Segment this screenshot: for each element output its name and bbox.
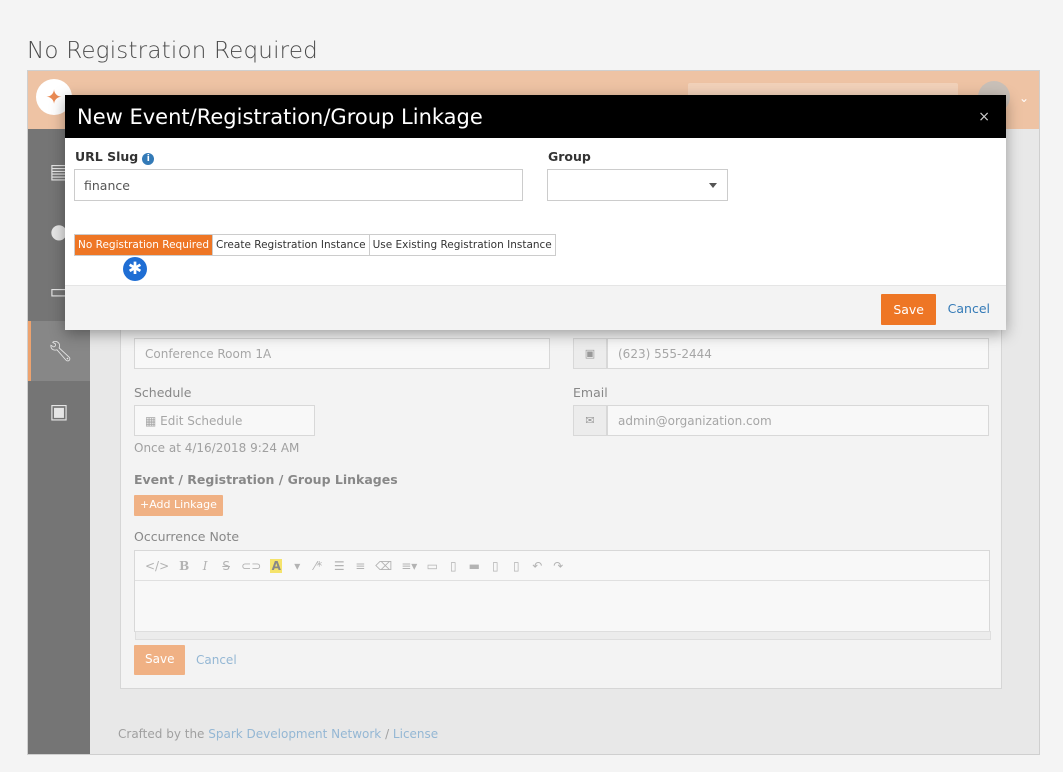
undo-icon[interactable]: ↶ [531, 559, 543, 573]
document-icon[interactable]: ▯ [447, 559, 459, 573]
footer-separator: / [381, 727, 393, 741]
modal-save-button[interactable]: Save [881, 294, 936, 325]
linkages-label: Event / Registration / Group Linkages [134, 472, 398, 487]
link-icon[interactable]: ⊂⊃ [241, 559, 261, 573]
email-label: Email [573, 385, 608, 400]
strikethrough-icon[interactable]: S [220, 559, 232, 573]
footer: Crafted by the Spark Development Network… [118, 727, 438, 741]
modal-cancel-button[interactable]: Cancel [948, 301, 990, 316]
tab-use-existing-registration-instance[interactable]: Use Existing Registration Instance [369, 235, 555, 255]
bold-icon[interactable]: B [178, 559, 190, 573]
highlight-marker-icon: ✱ [123, 257, 147, 281]
location-field[interactable]: Conference Room 1A [134, 338, 550, 369]
close-icon[interactable]: × [978, 109, 990, 125]
editor-toolbar: </> B I S ⊂⊃ A ▾ ⁄* ☰ ≡ ⌫ ≡▾ ▭ ▯ ▬ ▯ ▯ ↶… [135, 551, 989, 581]
spark-link[interactable]: Spark Development Network [208, 727, 381, 741]
modal-header: New Event/Registration/Group Linkage × [65, 95, 1006, 138]
magic-wand-icon[interactable]: ⁄* [312, 559, 324, 573]
modal-body: URL Slug i finance Group No Registration … [65, 138, 1006, 285]
briefcase-icon: ▣ [49, 399, 69, 423]
unordered-list-icon[interactable]: ≡ [354, 559, 366, 573]
envelope-icon: ✉ [573, 405, 607, 436]
eraser-icon[interactable]: ⌫ [375, 559, 392, 573]
save-button[interactable]: Save [134, 645, 186, 675]
code-view-icon[interactable]: </> [145, 559, 169, 573]
redo-icon[interactable]: ↷ [552, 559, 564, 573]
add-linkage-button[interactable]: +Add Linkage [134, 495, 223, 516]
email-field[interactable]: admin@organization.com [607, 405, 989, 436]
chevron-down-icon[interactable]: ⌄ [1019, 91, 1029, 105]
dropdown-caret-icon[interactable]: ▾ [291, 559, 303, 573]
occurrence-note-label: Occurrence Note [134, 529, 240, 544]
license-link[interactable]: License [393, 727, 438, 741]
plus-icon: + [140, 498, 150, 511]
font-color-icon[interactable]: A [270, 558, 283, 573]
editor-resize-handle[interactable] [135, 631, 991, 640]
align-icon[interactable]: ≡▾ [401, 559, 417, 573]
modal-footer: Save Cancel [65, 285, 1006, 330]
italic-icon[interactable]: I [199, 559, 211, 573]
paste-text-icon[interactable]: ▯ [510, 559, 522, 573]
registration-type-tabs: No Registration Required Create Registra… [74, 234, 556, 256]
group-label: Group [548, 149, 591, 164]
url-slug-label-wrap: URL Slug i [75, 149, 155, 165]
paste-icon[interactable]: ▯ [489, 559, 501, 573]
chevron-down-icon [709, 183, 717, 188]
page-caption: No Registration Required [27, 38, 318, 64]
calendar-icon: ▦ [145, 414, 161, 428]
sidebar-item-tools[interactable]: 🔧︎ [28, 321, 90, 381]
tab-no-registration-required[interactable]: No Registration Required [75, 235, 214, 255]
schedule-label: Schedule [134, 385, 192, 400]
schedule-text: Once at 4/16/2018 9:24 AM [134, 441, 300, 455]
phone-field[interactable]: (623) 555-2444 [607, 338, 989, 369]
edit-schedule-button[interactable]: ▦ Edit Schedule [134, 405, 315, 436]
wrench-icon: 🔧︎ [47, 339, 74, 363]
url-slug-input[interactable]: finance [74, 169, 523, 201]
sidebar-item-admin[interactable]: ▣ [28, 381, 90, 441]
url-slug-label: URL Slug [75, 149, 139, 164]
folder-icon[interactable]: ▬ [468, 559, 480, 573]
add-linkage-label: Add Linkage [149, 498, 217, 511]
linkage-modal: New Event/Registration/Group Linkage × U… [65, 95, 1006, 330]
tab-create-registration-instance[interactable]: Create Registration Instance [213, 235, 370, 255]
footer-prefix: Crafted by the [118, 727, 209, 741]
cancel-button[interactable]: Cancel [196, 653, 237, 667]
group-select[interactable] [547, 169, 728, 201]
image-icon[interactable]: ▭ [426, 559, 438, 573]
info-icon[interactable]: i [142, 153, 155, 165]
edit-schedule-label: Edit Schedule [160, 414, 243, 428]
occurrence-note-editor[interactable]: </> B I S ⊂⊃ A ▾ ⁄* ☰ ≡ ⌫ ≡▾ ▭ ▯ ▬ ▯ ▯ ↶… [134, 550, 991, 640]
phone-icon: ▣ [573, 338, 607, 369]
modal-title: New Event/Registration/Group Linkage [77, 105, 483, 129]
ordered-list-icon[interactable]: ☰ [333, 559, 345, 573]
